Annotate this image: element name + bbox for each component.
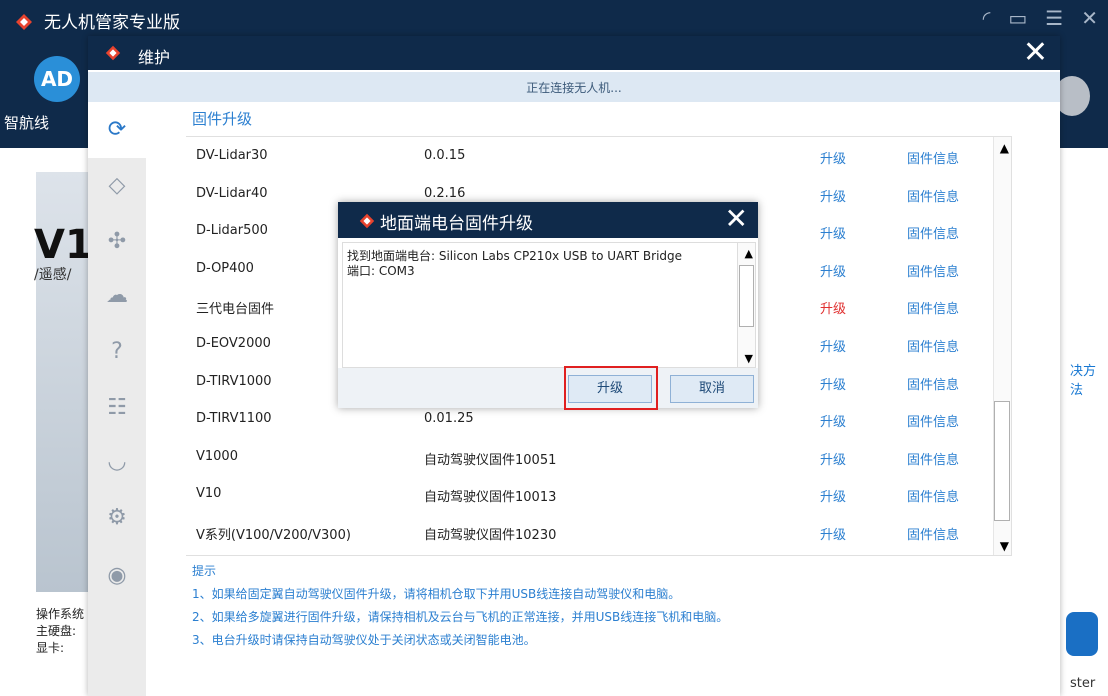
tips-title: 提示	[192, 564, 217, 578]
tip-line: 3、电台升级时请保持自动驾驶仪处于关闭状态或关闭智能电池。	[192, 633, 536, 647]
table-row: V1000 自动驾驶仪固件10051 升级 固件信息	[186, 438, 1012, 476]
battery-icon[interactable]: ◇	[103, 172, 131, 200]
log-icon[interactable]: ☷	[103, 394, 131, 422]
firmware-name: 三代电台固件	[196, 302, 275, 318]
firmware-info-link[interactable]: 固件信息	[907, 298, 959, 317]
tips: 提示 1、如果给固定翼自动驾驶仪固件升级，请将相机仓取下并用USB线连接自动驾驶…	[192, 560, 728, 652]
upgrade-link[interactable]: 升级	[820, 486, 846, 505]
log-line: 端口: COM3	[347, 264, 415, 278]
upgrade-link[interactable]: 升级	[820, 298, 846, 317]
app-title: 无人机管家专业版	[44, 13, 180, 33]
log-line: 找到地面端电台: Silicon Labs CP210x USB to UART…	[347, 249, 683, 263]
firmware-info-link[interactable]: 固件信息	[907, 374, 959, 393]
upgrade-link[interactable]: 升级	[820, 186, 846, 205]
app-logo-icon	[359, 213, 375, 229]
modal-titlebar: 地面端电台固件升级 ✕	[338, 202, 758, 238]
firmware-name: DV-Lidar40	[196, 185, 268, 201]
firmware-info-link[interactable]: 固件信息	[907, 449, 959, 468]
radio-icon[interactable]: ◡	[103, 448, 131, 476]
info-line: 显卡:	[36, 641, 65, 655]
firmware-info-link[interactable]: 固件信息	[907, 524, 959, 543]
firmware-name: V系列(V100/V200/V300)	[196, 528, 351, 543]
firmware-info-link[interactable]: 固件信息	[907, 223, 959, 242]
firmware-version: 自动驾驶仪固件10230	[424, 528, 557, 543]
window-controls: ◜ ▭ ☰ ✕	[983, 6, 1098, 30]
modal-title: 地面端电台固件升级	[380, 214, 533, 234]
table-row: V系列(V100/V200/V300) 自动驾驶仪固件10230 升级 固件信息	[186, 513, 1012, 551]
upgrade-button[interactable]: 升级	[568, 375, 652, 403]
folder-icon[interactable]: ▭	[1008, 6, 1027, 30]
firmware-name: D-TIRV1000	[196, 373, 272, 389]
firmware-name: D-TIRV1100	[196, 411, 272, 427]
firmware-version: 自动驾驶仪固件10051	[424, 452, 557, 468]
tip-line: 2、如果给多旋翼进行固件升级，请保持相机及云台与飞机的正常连接，并用USB线连接…	[192, 610, 729, 624]
connection-status: 正在连接无人机...	[526, 81, 622, 95]
upgrade-link[interactable]: 升级	[820, 524, 846, 543]
nav-label[interactable]: 智航线	[4, 112, 49, 133]
maintenance-titlebar: 维护 ✕	[88, 36, 1060, 70]
app-logo-icon	[16, 14, 32, 30]
side-link[interactable]: 决方法	[1070, 360, 1108, 398]
close-icon[interactable]: ✕	[725, 204, 748, 234]
cancel-button[interactable]: 取消	[670, 375, 754, 403]
section-title: 固件升级	[192, 110, 253, 128]
help-icon[interactable]: ?	[103, 338, 131, 366]
rss-icon[interactable]: ◜	[983, 6, 991, 30]
upgrade-link[interactable]: 升级	[820, 261, 846, 280]
avatar[interactable]: AD	[34, 56, 80, 102]
modal-footer: 升级 取消	[338, 368, 758, 408]
scroll-down-icon[interactable]: ▼	[745, 352, 753, 365]
firmware-name: D-EOV2000	[196, 336, 271, 351]
server-icon[interactable]	[1066, 612, 1098, 656]
firmware-upgrade-icon[interactable]: ⟳	[103, 116, 131, 144]
firmware-version: 0.0.15	[424, 148, 466, 163]
upgrade-link[interactable]: 升级	[820, 411, 846, 430]
scroll-up-icon[interactable]: ▲	[745, 247, 753, 260]
firmware-info-link[interactable]: 固件信息	[907, 411, 959, 430]
radio-upgrade-modal: 地面端电台固件升级 ✕ 找到地面端电台: Silicon Labs CP210x…	[338, 202, 758, 408]
settings-icon[interactable]: ⚙	[103, 504, 131, 532]
table-row: V10 自动驾驶仪固件10013 升级 固件信息	[186, 475, 1012, 513]
side-label: ster	[1070, 676, 1096, 691]
upgrade-link[interactable]: 升级	[820, 148, 846, 167]
firmware-name: V1000	[196, 448, 238, 464]
upgrade-link[interactable]: 升级	[820, 449, 846, 468]
firmware-info-link[interactable]: 固件信息	[907, 261, 959, 280]
info-line: 操作系统	[36, 607, 85, 621]
firmware-name: V10	[196, 486, 222, 502]
upgrade-link[interactable]: 升级	[820, 374, 846, 393]
maintenance-title: 维护	[138, 48, 171, 67]
firmware-name: D-Lidar500	[196, 223, 268, 239]
firmware-version: 0.2.16	[424, 185, 466, 201]
firmware-info-link[interactable]: 固件信息	[907, 148, 959, 167]
table-row: DV-Lidar30 0.0.15 升级 固件信息	[186, 137, 1012, 175]
banner-subtitle: /遥感/	[34, 267, 72, 283]
menu-icon[interactable]: ☰	[1045, 6, 1063, 30]
camera-icon[interactable]: ◉	[103, 562, 131, 590]
app-logo-icon	[105, 45, 121, 61]
firmware-info-link[interactable]: 固件信息	[907, 186, 959, 205]
upgrade-link[interactable]: 升级	[820, 336, 846, 355]
firmware-version: 自动驾驶仪固件10013	[424, 490, 557, 506]
system-info: 操作系统 主硬盘: 显卡:	[36, 606, 84, 657]
drone-icon[interactable]: ✣	[103, 228, 131, 256]
firmware-info-link[interactable]: 固件信息	[907, 336, 959, 355]
cloud-icon[interactable]: ☁	[103, 282, 131, 310]
firmware-info-link[interactable]: 固件信息	[907, 486, 959, 505]
tip-line: 1、如果给固定翼自动驾驶仪固件升级，请将相机仓取下并用USB线连接自动驾驶仪和电…	[192, 587, 681, 601]
log-text: 找到地面端电台: Silicon Labs CP210x USB to UART…	[347, 249, 727, 279]
close-icon[interactable]: ✕	[1023, 38, 1048, 68]
info-line: 主硬盘:	[36, 624, 77, 638]
upgrade-link[interactable]: 升级	[820, 223, 846, 242]
close-icon[interactable]: ✕	[1081, 6, 1098, 30]
log-scrollbar[interactable]: ▲ ▼	[737, 243, 755, 367]
scroll-thumb[interactable]	[739, 265, 754, 327]
firmware-name: DV-Lidar30	[196, 148, 268, 163]
modal-log: 找到地面端电台: Silicon Labs CP210x USB to UART…	[342, 242, 756, 368]
firmware-name: D-OP400	[196, 260, 254, 276]
connection-status-bar: 正在连接无人机...	[88, 72, 1060, 102]
maintenance-sidebar: ⟳ ◇ ✣ ☁ ? ☷ ◡ ⚙ ◉	[88, 102, 146, 696]
firmware-version: 0.01.25	[424, 411, 474, 427]
